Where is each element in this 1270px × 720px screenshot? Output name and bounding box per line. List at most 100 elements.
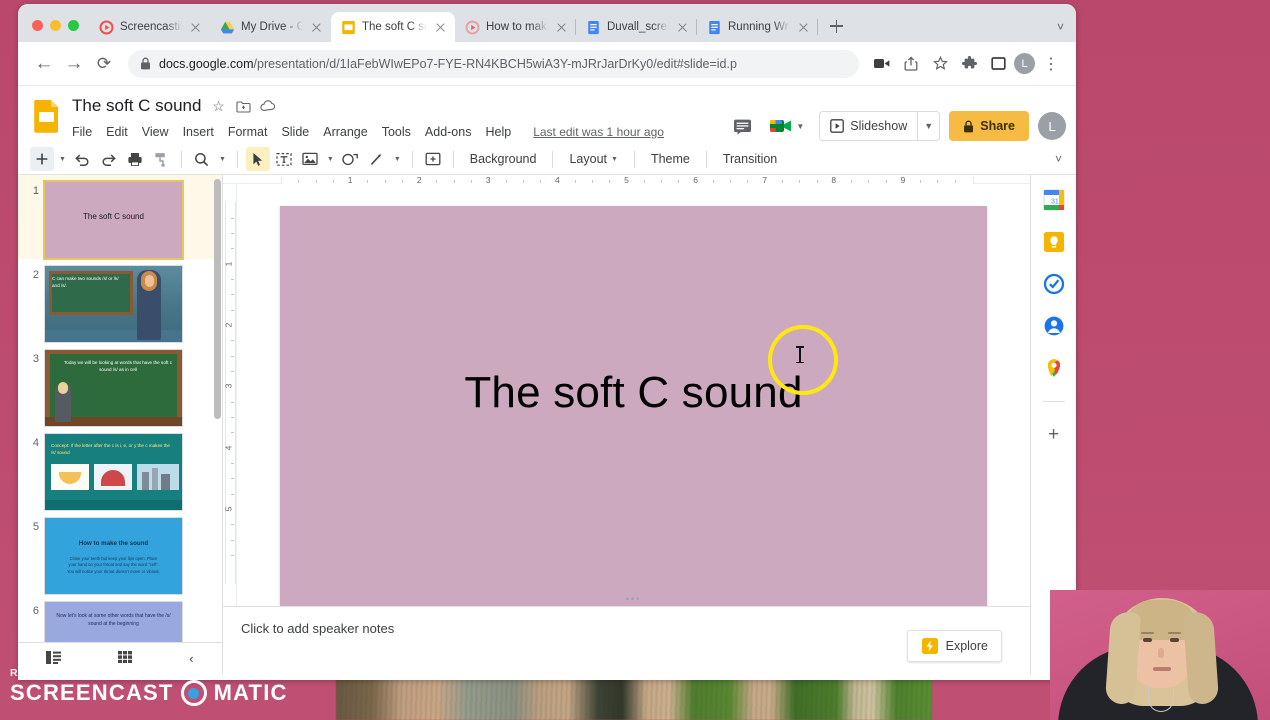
share-icon[interactable]: [898, 51, 924, 77]
browser-tab-5[interactable]: Running Writing: [697, 12, 818, 42]
redo-button[interactable]: [97, 147, 121, 171]
filmstrip-scrollbar[interactable]: [214, 179, 221, 419]
theme-button[interactable]: Theme: [643, 147, 698, 171]
zoom-caret[interactable]: ▼: [216, 156, 229, 163]
filmstrip-slide-3[interactable]: 3 Today we will be looking at words that…: [18, 343, 222, 427]
browser-tab-1[interactable]: My Drive - Googl: [210, 12, 331, 42]
transition-button[interactable]: Transition: [715, 147, 785, 171]
reload-icon[interactable]: ⟳: [90, 50, 118, 78]
zoom-button[interactable]: [190, 147, 214, 171]
collapse-toolbar-button[interactable]: ˅: [1055, 152, 1066, 166]
document-title[interactable]: The soft C sound: [72, 96, 201, 116]
chevron-down-icon[interactable]: ▼: [917, 112, 939, 140]
browser-tab-4[interactable]: Duvall_screencas: [576, 12, 697, 42]
share-button[interactable]: Share: [949, 111, 1029, 141]
three-dot-menu-icon[interactable]: ⋮: [1038, 51, 1064, 77]
move-to-folder-icon[interactable]: [235, 98, 251, 114]
add-comment-button[interactable]: [421, 147, 445, 171]
speaker-notes-panel[interactable]: Click to add speaker notes Explore: [223, 606, 1030, 674]
comment-history-icon[interactable]: [729, 113, 755, 139]
text-box-button[interactable]: [272, 147, 296, 171]
profile-avatar[interactable]: L: [1014, 53, 1035, 74]
menu-slide[interactable]: Slide: [281, 125, 309, 139]
collapse-filmstrip-button[interactable]: ‹: [189, 651, 193, 666]
extensions-puzzle-icon[interactable]: [956, 51, 982, 77]
tab-close-button[interactable]: [796, 20, 811, 35]
menu-help[interactable]: Help: [485, 125, 511, 139]
back-arrow-icon[interactable]: ←: [30, 50, 58, 78]
new-tab-button[interactable]: [823, 13, 849, 39]
menu-insert[interactable]: Insert: [183, 125, 214, 139]
tab-close-button[interactable]: [554, 20, 569, 35]
menu-arrange[interactable]: Arrange: [323, 125, 367, 139]
cloud-saved-icon[interactable]: [260, 98, 276, 114]
tab-close-button[interactable]: [433, 20, 448, 35]
slide-thumbnail[interactable]: How to make the sound Close your teeth b…: [44, 517, 183, 595]
google-contacts-icon[interactable]: [1043, 315, 1065, 337]
menu-tools[interactable]: Tools: [382, 125, 411, 139]
filmstrip-slide-5[interactable]: 5 How to make the sound Close your teeth…: [18, 511, 222, 595]
slideshow-main[interactable]: Slideshow: [820, 112, 917, 140]
menu-view[interactable]: View: [142, 125, 169, 139]
window-traffic-lights[interactable]: [26, 20, 89, 42]
filmstrip-slide-2[interactable]: 2 C can make two sounds /s/ or /k/ and /…: [18, 259, 222, 343]
filmstrip-slide-4[interactable]: 4 🔗 Concept: If the letter after the c i…: [18, 427, 222, 511]
slide-thumbnail[interactable]: Concept: If the letter after the c is i,…: [44, 433, 183, 511]
layout-button[interactable]: Layout ▼: [561, 147, 625, 171]
forward-arrow-icon[interactable]: →: [60, 50, 88, 78]
menu-file[interactable]: File: [72, 125, 92, 139]
slide-thumbnail[interactable]: Now let's look at some other words that …: [44, 601, 183, 642]
tab-close-button[interactable]: [309, 20, 324, 35]
menu-edit[interactable]: Edit: [106, 125, 128, 139]
maximize-window-button[interactable]: [68, 20, 79, 31]
tab-close-button[interactable]: [675, 20, 690, 35]
filmstrip-slide-6[interactable]: 6 Now let's look at some other words tha…: [18, 595, 222, 642]
insert-image-button[interactable]: [298, 147, 322, 171]
print-button[interactable]: [123, 147, 147, 171]
chevron-down-icon[interactable]: ˅: [1057, 20, 1076, 34]
close-window-button[interactable]: [32, 20, 43, 31]
address-bar[interactable]: docs.google.com/presentation/d/1IaFebWIw…: [128, 49, 859, 78]
canvas-area[interactable]: The soft C sound •••: [237, 184, 1030, 607]
new-slide-caret[interactable]: ▼: [56, 156, 69, 163]
star-icon[interactable]: ☆: [210, 98, 226, 114]
image-caret[interactable]: ▼: [324, 156, 337, 163]
tab-close-button[interactable]: [188, 20, 203, 35]
filmstrip-view-icon[interactable]: [46, 650, 62, 667]
google-maps-icon[interactable]: [1043, 357, 1065, 379]
active-slide-canvas[interactable]: The soft C sound: [280, 206, 987, 607]
last-edit-status[interactable]: Last edit was 1 hour ago: [533, 125, 664, 139]
line-button[interactable]: [365, 147, 389, 171]
browser-tab-3[interactable]: How to make you: [455, 12, 576, 42]
background-button[interactable]: Background: [462, 147, 545, 171]
new-slide-button[interactable]: [30, 147, 54, 171]
google-calendar-icon[interactable]: 31: [1043, 189, 1065, 211]
google-tasks-icon[interactable]: [1043, 273, 1065, 295]
minimize-window-button[interactable]: [50, 20, 61, 31]
user-avatar[interactable]: L: [1038, 112, 1066, 140]
notes-resize-handle[interactable]: •••: [626, 594, 641, 604]
slide-thumbnail[interactable]: C can make two sounds /s/ or /k/ and /s/…: [44, 265, 183, 343]
add-app-button[interactable]: +: [1048, 424, 1059, 446]
slide-thumbnail[interactable]: Today we will be looking at words that h…: [44, 349, 183, 427]
slide-title-text[interactable]: The soft C sound: [280, 368, 987, 418]
select-tool-button[interactable]: [245, 147, 270, 171]
menu-format[interactable]: Format: [228, 125, 268, 139]
slideshow-button[interactable]: Slideshow ▼: [819, 111, 941, 141]
browser-tab-0[interactable]: Screencastify | S: [89, 12, 210, 42]
explore-button[interactable]: Explore: [906, 630, 1002, 662]
paint-format-button[interactable]: [149, 147, 173, 171]
bookmark-star-icon[interactable]: [927, 51, 953, 77]
screen-record-icon[interactable]: [869, 51, 895, 77]
browser-tab-2[interactable]: The soft C sound: [331, 12, 455, 42]
google-keep-icon[interactable]: [1043, 231, 1065, 253]
menu-addons[interactable]: Add-ons: [425, 125, 472, 139]
speaker-notes-placeholder[interactable]: Click to add speaker notes: [241, 621, 1012, 636]
shape-button[interactable]: [339, 147, 363, 171]
line-caret[interactable]: ▼: [391, 156, 404, 163]
grid-view-icon[interactable]: [118, 651, 133, 666]
filmstrip-slide-1[interactable]: 1 The soft C sound: [18, 175, 222, 260]
undo-button[interactable]: [71, 147, 95, 171]
sidepanel-icon[interactable]: [985, 51, 1011, 77]
google-meet-button[interactable]: ▼: [764, 113, 810, 139]
